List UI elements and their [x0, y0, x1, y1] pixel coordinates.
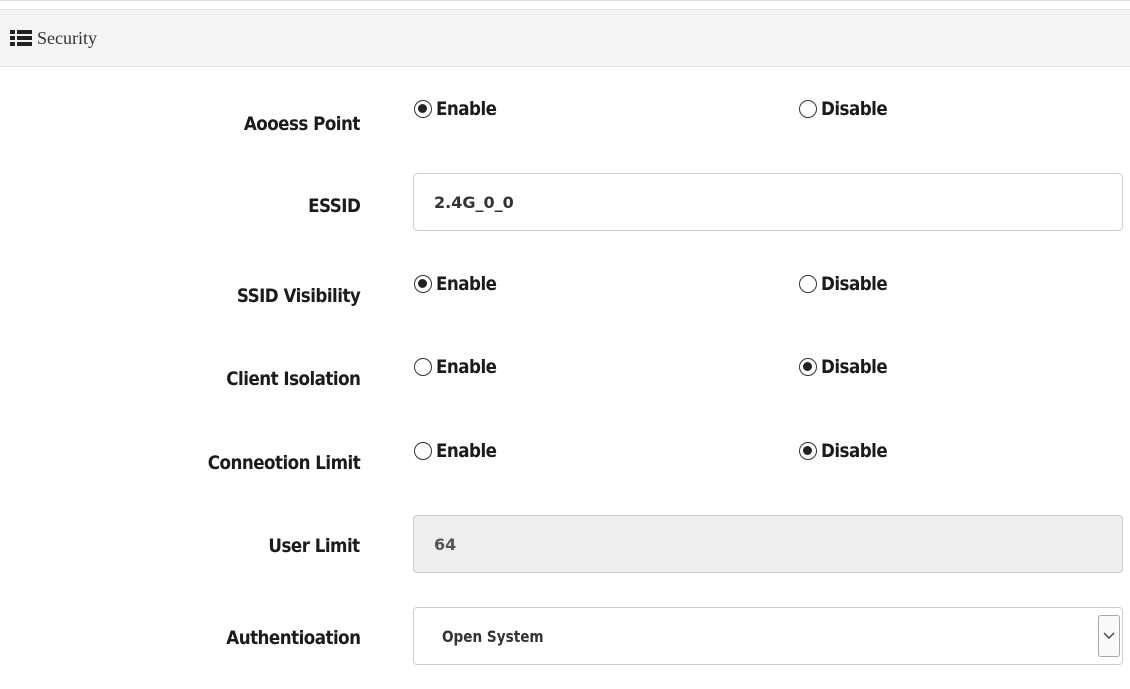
client-isolation-disable-label: Disable — [821, 356, 888, 378]
access-point-disable-label: Disable — [821, 98, 888, 120]
list-icon — [10, 30, 32, 46]
radio-unchecked-icon — [799, 100, 817, 118]
user-limit-label: User Limit — [268, 535, 361, 557]
connection-limit-label: Conneotion Limit — [207, 452, 361, 474]
ssid-visibility-enable-radio[interactable]: Enable — [414, 273, 505, 295]
essid-label: ESSID — [307, 195, 361, 217]
radio-unchecked-icon — [414, 358, 432, 376]
access-point-row: Aooess Point Enable Disable — [0, 97, 1130, 137]
client-isolation-enable-radio[interactable]: Enable — [414, 356, 505, 378]
essid-row: ESSID — [0, 173, 1130, 231]
authentication-select-value: Open System — [442, 626, 544, 646]
radio-checked-icon — [799, 442, 817, 460]
ssid-visibility-row: SSID Visibility Enable Disable — [0, 273, 1130, 313]
ssid-visibility-enable-label: Enable — [436, 273, 497, 295]
security-panel: Security Aooess Point Enable Disable ESS… — [0, 0, 1130, 689]
authentication-label: Authentioation — [225, 627, 361, 649]
chevron-down-icon[interactable] — [1098, 615, 1120, 657]
radio-unchecked-icon — [799, 275, 817, 293]
panel-title: Security — [37, 27, 97, 48]
access-point-label: Aooess Point — [243, 113, 361, 135]
connection-limit-disable-label: Disable — [821, 440, 888, 462]
ssid-visibility-label: SSID Visibility — [236, 285, 361, 307]
connection-limit-enable-label: Enable — [436, 440, 497, 462]
connection-limit-row: Conneotion Limit Enable Disable — [0, 440, 1130, 480]
client-isolation-label: Client Isolation — [225, 368, 361, 390]
essid-input[interactable] — [413, 173, 1123, 231]
radio-checked-icon — [414, 100, 432, 118]
connection-limit-disable-radio[interactable]: Disable — [799, 440, 896, 462]
authentication-row: Authentioation Open System — [0, 607, 1130, 665]
ssid-visibility-disable-radio[interactable]: Disable — [799, 273, 896, 295]
panel-header: Security — [0, 9, 1130, 67]
access-point-enable-label: Enable — [436, 98, 497, 120]
radio-checked-icon — [414, 275, 432, 293]
client-isolation-disable-radio[interactable]: Disable — [799, 356, 896, 378]
user-limit-row: User Limit — [0, 515, 1130, 573]
ssid-visibility-disable-label: Disable — [821, 273, 888, 295]
radio-checked-icon — [799, 358, 817, 376]
client-isolation-row: Client Isolation Enable Disable — [0, 356, 1130, 396]
access-point-disable-radio[interactable]: Disable — [799, 98, 896, 120]
user-limit-input[interactable] — [413, 515, 1123, 573]
access-point-enable-radio[interactable]: Enable — [414, 98, 505, 120]
authentication-select[interactable]: Open System — [413, 607, 1123, 665]
radio-unchecked-icon — [414, 442, 432, 460]
client-isolation-enable-label: Enable — [436, 356, 497, 378]
connection-limit-enable-radio[interactable]: Enable — [414, 440, 505, 462]
